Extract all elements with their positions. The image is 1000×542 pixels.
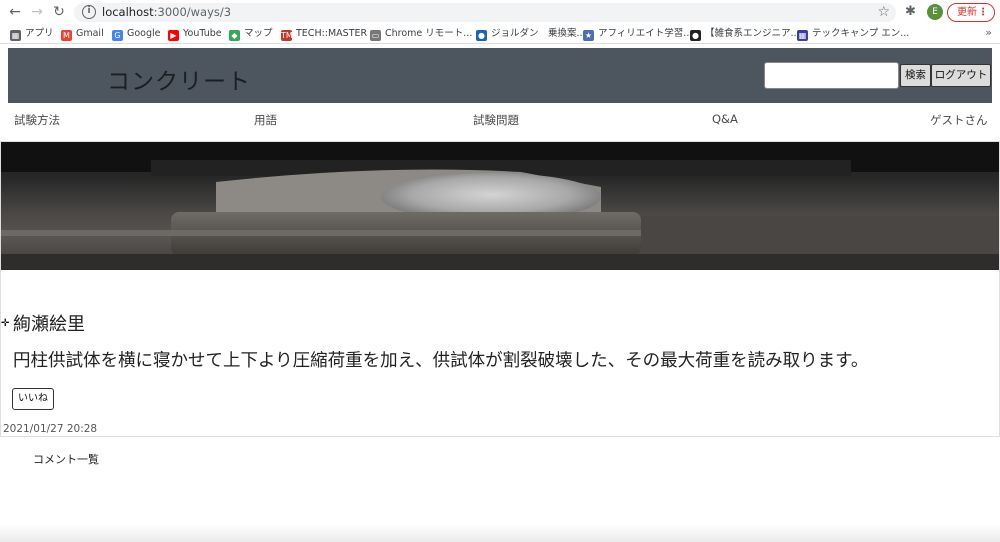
post-date: 2021/01/27 20:28 [3,423,98,435]
bookmark-label: YouTube [183,28,222,39]
bookmark-label: Chrome リモート... [385,28,473,39]
bookmark-item[interactable]: ▦ テックキャンプ エン... [797,27,909,41]
bookmark-item[interactable]: ● ジョルダン 乗換案... [476,27,586,41]
bookmark-label: マップ [244,28,273,39]
mouse-cursor-icon: ✛ [1,318,10,329]
techcamp-icon: ▦ [797,30,808,41]
bookmark-item[interactable]: ◆ マップ [229,27,273,41]
nav-item-qa[interactable]: Q&A [712,112,738,126]
nav-item-terms[interactable]: 用語 [254,112,277,128]
site-info-icon[interactable]: i [82,5,96,19]
search-button[interactable]: 検索 [900,64,931,87]
hero-image [1,142,999,270]
menu-dots-icon: ⋮ [978,7,988,18]
techmaster-icon: TM [281,30,293,41]
bookmark-item[interactable]: M Gmail [61,27,104,41]
avatar[interactable]: E [927,4,943,20]
post-card: ✛ 絢瀬絵里 円柱供試体を横に寝かせて上下より圧縮荷重を加え、供試体が割裂破壊し… [0,141,1000,437]
comments-title: コメント一覧 [33,453,99,466]
bookmark-label: テックキャンプ エン... [812,28,910,39]
logout-button[interactable]: ログアウト [931,64,991,87]
remote-desktop-icon: ▭ [370,30,381,41]
bookmark-item[interactable]: ▦ アプリ [10,27,54,41]
apps-icon: ▦ [10,30,21,41]
bookmarks-overflow-icon[interactable]: » [985,26,992,39]
forward-icon[interactable]: → [28,3,46,21]
url-text[interactable]: localhost:3000/ways/3 [102,5,231,20]
bookmark-item[interactable]: ▶ YouTube [168,27,222,41]
bookmark-label: アフィリエイト学習... [598,28,693,39]
bookmark-item[interactable]: ★ アフィリエイト学習... [583,27,692,41]
maps-icon: ◆ [229,30,240,41]
nav-item-test-methods[interactable]: 試験方法 [14,112,60,128]
browser-toolbar: ← → ↻ i localhost:3000/ways/3 ☆ ✱ E 更新 ⋮ [0,0,1000,24]
site-header: コンクリート 検索 ログアウト [8,48,992,103]
bookmark-item[interactable]: G Google [112,27,161,41]
bottom-shadow [0,524,1000,542]
bookmark-label: ジョルダン 乗換案... [491,28,586,39]
extensions-icon[interactable]: ✱ [905,4,916,19]
bookmarks-bar: ▦ アプリ M Gmail G Google ▶ YouTube ◆ マップ TM TECH::MAS… [0,24,1000,44]
google-icon: G [112,30,123,41]
affiliate-icon: ★ [583,30,594,41]
site-title[interactable]: コンクリート [107,62,251,96]
youtube-icon: ▶ [168,30,179,41]
bookmark-star-icon[interactable]: ☆ [877,4,890,20]
bookmark-label: 【雑食系エンジニア... [705,28,800,39]
back-icon[interactable]: ← [6,3,24,21]
post-author: 絢瀬絵里 [13,314,85,335]
bookmark-item[interactable]: TM TECH::MASTER [281,27,367,41]
update-button[interactable]: 更新 ⋮ [947,3,995,22]
bookmark-label: TECH::MASTER [296,28,368,39]
like-button[interactable]: いいね [12,388,54,410]
engineer-icon: ● [690,30,701,41]
post-body: 円柱供試体を横に寝かせて上下より圧縮荷重を加え、供試体が割裂破壊した、その最大荷… [13,351,869,371]
user-greeting: ゲストさん [930,113,988,127]
search-input[interactable] [764,62,899,89]
bookmark-label: Gmail [76,28,104,39]
bookmark-label: アプリ [25,28,54,39]
bookmark-item[interactable]: ● 【雑食系エンジニア... [690,27,800,41]
reload-icon[interactable]: ↻ [50,3,68,21]
bookmark-item[interactable]: ▭ Chrome リモート... [370,27,472,41]
concrete-test-photo [1,142,999,270]
nav-item-exam-questions[interactable]: 試験問題 [473,112,519,128]
gmail-icon: M [61,30,72,41]
address-bar[interactable]: i localhost:3000/ways/3 ☆ [74,3,896,22]
jorudan-icon: ● [476,30,487,41]
bookmark-label: Google [127,28,161,39]
page-content: コンクリート 検索 ログアウト 試験方法 用語 試験問題 Q&A ゲストさん ✛… [0,45,1000,542]
